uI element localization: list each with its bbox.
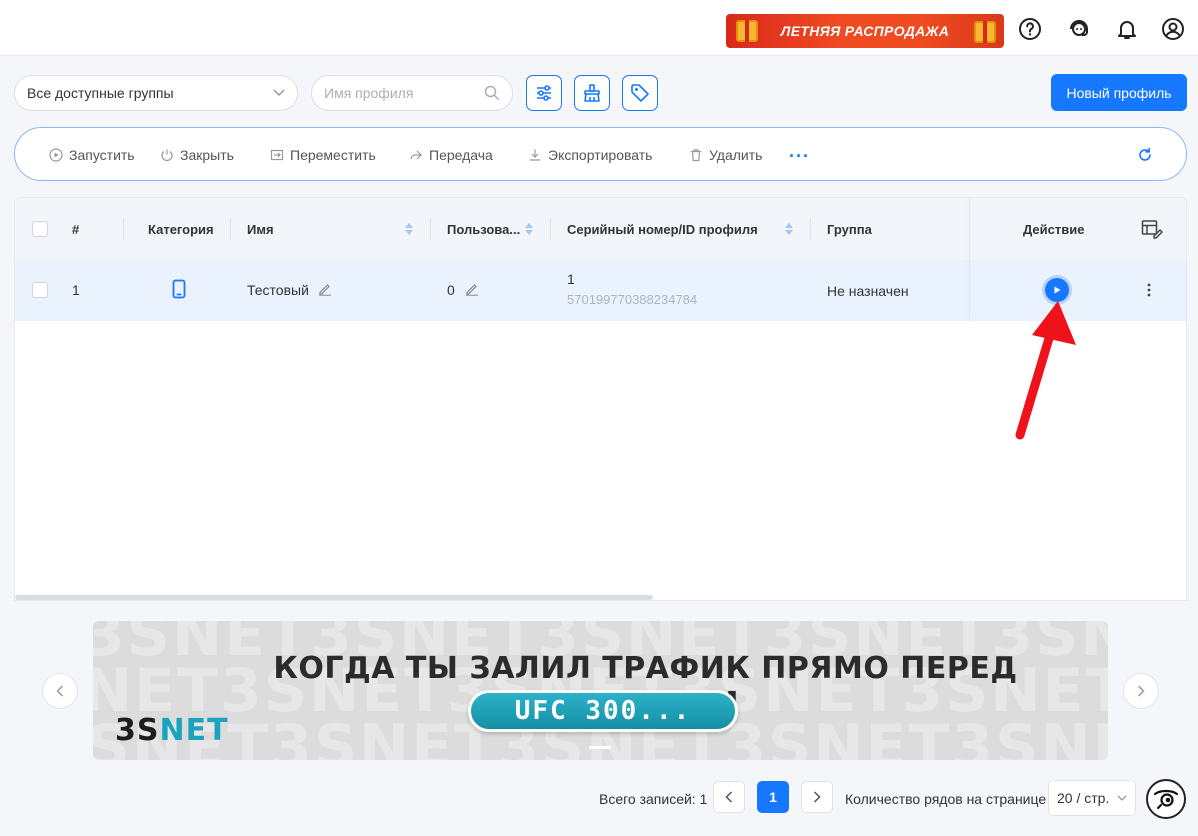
annotation-arrow-icon <box>1015 301 1076 440</box>
help-icon[interactable] <box>1018 17 1042 41</box>
chevron-down-icon <box>273 89 285 97</box>
new-profile-button[interactable]: Новый профиль <box>1051 74 1187 111</box>
sticky-column-divider <box>969 198 970 321</box>
bulk-actions-bar: Запустить Закрыть Переместить Передача Э… <box>14 127 1187 181</box>
tags-button[interactable] <box>622 75 658 111</box>
row-index: 1 <box>72 282 80 298</box>
export-label: Экспортировать <box>548 147 653 163</box>
play-icon <box>1054 286 1061 294</box>
header-action: Действие <box>1023 221 1085 237</box>
download-icon <box>530 149 540 161</box>
phone-icon <box>172 279 186 299</box>
ad-banner[interactable]: 3SNET3SNET3SNET3SNET3SNET 3SNET3SNET3SNE… <box>93 621 1108 760</box>
pagination: Всего записей: 1 1 Количество рядов на с… <box>0 780 1198 818</box>
gift-icon <box>974 21 996 43</box>
move-action[interactable]: Переместить <box>270 128 376 182</box>
profile-search <box>311 75 513 111</box>
more-actions-button[interactable]: ··· <box>789 146 810 167</box>
chevron-right-icon <box>1137 685 1145 697</box>
support-agent-icon[interactable] <box>1067 17 1091 41</box>
row-name: Тестовый <box>247 282 309 298</box>
row-group: Не назначен <box>827 283 909 299</box>
select-all-checkbox[interactable] <box>32 221 48 237</box>
banner-pill: UFC 300... <box>468 690 738 732</box>
row-serial: 1 <box>567 271 575 287</box>
page-1-button[interactable]: 1 <box>757 781 789 813</box>
move-icon <box>270 149 284 161</box>
prev-page-button[interactable] <box>713 781 745 813</box>
edit-pencil-icon[interactable] <box>465 282 479 296</box>
column-settings-icon[interactable] <box>1141 219 1163 239</box>
filter-row: Все доступные группы Новый профиль <box>0 74 1198 114</box>
carousel-indicator[interactable] <box>589 746 611 749</box>
horizontal-scrollbar[interactable] <box>15 595 653 600</box>
delete-action[interactable]: Удалить <box>689 128 762 182</box>
tag-icon <box>631 84 649 102</box>
edit-pencil-icon[interactable] <box>318 282 332 296</box>
column-divider <box>810 218 811 240</box>
chevron-left-icon <box>56 685 64 697</box>
header-index: # <box>72 221 80 237</box>
top-bar: ЛЕТНЯЯ РАСПРОДАЖА <box>0 0 1198 56</box>
summer-sale-label: ЛЕТНЯЯ РАСПРОДАЖА <box>780 23 950 39</box>
header-category: Категория <box>148 221 214 237</box>
row-more-menu-icon[interactable] <box>1146 282 1152 298</box>
search-icon[interactable] <box>484 85 500 101</box>
header-serial[interactable]: Серийный номер/ID профиля <box>567 198 758 260</box>
sort-icon[interactable] <box>784 222 794 236</box>
transfer-label: Передача <box>429 147 493 163</box>
user-account-icon[interactable] <box>1161 17 1185 41</box>
close-action[interactable]: Закрыть <box>160 128 234 182</box>
export-action[interactable]: Экспортировать <box>528 128 652 182</box>
total-records: Всего записей: 1 <box>599 791 708 807</box>
chevron-right-icon <box>813 791 821 803</box>
rows-per-page-label: Количество рядов на странице <box>845 791 1047 807</box>
carousel-prev-button[interactable] <box>42 673 78 709</box>
play-circle-icon <box>49 148 63 162</box>
table-header: # Категория Имя Пользова... Серийный ном… <box>15 198 1186 260</box>
power-icon <box>161 149 173 162</box>
column-divider <box>430 218 431 240</box>
column-divider <box>550 218 551 240</box>
eye-icon <box>1153 789 1179 810</box>
group-select-value: Все доступные группы <box>27 85 174 101</box>
column-divider <box>230 218 231 240</box>
page-size-select[interactable]: 20 / стр. <box>1048 780 1136 816</box>
group-select[interactable]: Все доступные группы <box>14 75 298 111</box>
start-label: Запустить <box>69 147 135 163</box>
chevron-left-icon <box>725 791 733 803</box>
bell-icon[interactable] <box>1115 17 1139 41</box>
close-label: Закрыть <box>180 147 234 163</box>
row-users: 0 <box>447 282 455 298</box>
transfer-action[interactable]: Передача <box>409 128 493 182</box>
cleanup-broom-icon <box>584 84 600 102</box>
row-profile-id: 570199770388234784 <box>567 292 698 307</box>
filter-sliders-icon <box>537 85 551 101</box>
cleanup-button[interactable] <box>574 75 610 111</box>
page-size-value: 20 / стр. <box>1057 790 1110 806</box>
chevron-down-icon <box>1117 795 1127 801</box>
delete-label: Удалить <box>709 147 763 163</box>
sort-icon[interactable] <box>404 222 414 236</box>
trash-icon <box>691 149 701 162</box>
move-label: Переместить <box>290 147 376 163</box>
start-action[interactable]: Запустить <box>49 128 135 182</box>
profile-search-input[interactable] <box>324 85 474 101</box>
refresh-icon[interactable] <box>1136 146 1154 164</box>
header-group: Группа <box>827 221 872 237</box>
next-page-button[interactable] <box>801 781 833 813</box>
summer-sale-banner[interactable]: ЛЕТНЯЯ РАСПРОДАЖА <box>726 14 1004 48</box>
gift-icon <box>736 20 758 42</box>
row-checkbox[interactable] <box>32 282 48 298</box>
banner-logo: 3SNET <box>115 713 229 748</box>
filter-settings-button[interactable] <box>526 75 562 111</box>
share-arrow-icon <box>410 150 422 160</box>
sort-icon[interactable] <box>524 222 534 236</box>
carousel-next-button[interactable] <box>1123 673 1159 709</box>
header-users[interactable]: Пользова... <box>447 198 520 260</box>
header-name[interactable]: Имя <box>247 198 274 260</box>
column-divider <box>123 218 124 240</box>
floating-eye-button[interactable] <box>1146 779 1186 819</box>
